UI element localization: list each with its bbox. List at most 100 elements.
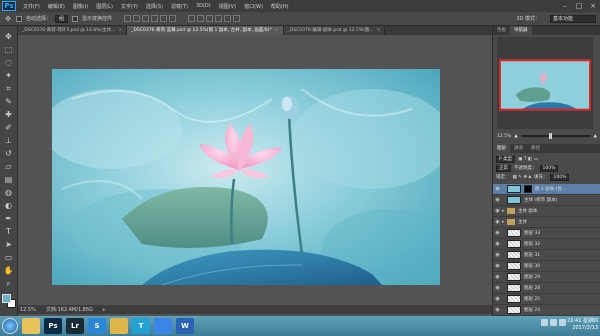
menu-item[interactable]: 文字(Y) — [117, 3, 142, 10]
menu-item[interactable]: 帮助(H) — [267, 3, 293, 10]
visibility-eye-icon[interactable]: ◉ — [493, 307, 502, 313]
align-left-icon[interactable] — [151, 15, 159, 22]
layer-thumbnail[interactable] — [507, 284, 521, 292]
taskbar-app-pen-app[interactable] — [154, 318, 172, 334]
layer-row[interactable]: ◉ 图层 33 — [493, 228, 600, 239]
layer-thumbnail[interactable] — [507, 251, 521, 259]
menu-item[interactable]: 图像(I) — [69, 3, 92, 10]
layer-thumbnail[interactable] — [507, 306, 521, 314]
tab-channels[interactable]: 通道 — [510, 144, 527, 153]
taskbar-app-sogou[interactable]: S — [88, 318, 106, 334]
transform-controls-checkbox[interactable] — [72, 15, 79, 22]
align-right-icon[interactable] — [169, 15, 177, 22]
distribute-right-icon[interactable] — [233, 15, 241, 22]
status-arrow-icon[interactable]: ▸ — [103, 307, 106, 313]
opacity-field[interactable]: 100% — [539, 164, 559, 172]
gradient-icon[interactable]: ▤ — [3, 175, 15, 185]
layer-row[interactable]: ◉ ▸ 主体 副本 — [493, 206, 600, 217]
layer-row[interactable]: ◉ 图层 29 — [493, 272, 600, 283]
menu-item[interactable]: 文件(F) — [19, 3, 44, 10]
marquee-icon[interactable]: ⬚ — [3, 45, 15, 55]
color-swatches[interactable] — [1, 294, 16, 308]
taskbar-app-lightroom[interactable]: Lr — [66, 318, 84, 334]
visibility-eye-icon[interactable]: ◉ — [493, 285, 502, 291]
visibility-eye-icon[interactable]: ◉ — [493, 252, 502, 258]
zoom-icon[interactable]: ⌕ — [3, 279, 15, 289]
taskbar-app-folder[interactable] — [110, 318, 128, 334]
tab-paths[interactable]: 路径 — [527, 144, 544, 153]
menu-item[interactable]: 编辑(E) — [44, 3, 69, 10]
visibility-eye-icon[interactable]: ◉ — [493, 186, 502, 192]
visibility-eye-icon[interactable]: ◉ — [493, 208, 502, 214]
menu-item[interactable]: 滤镜(T) — [167, 3, 192, 10]
layer-row[interactable]: ◉ 图 1 副本 (合... — [493, 184, 600, 195]
visibility-eye-icon[interactable]: ◉ — [493, 197, 502, 203]
dodge-icon[interactable]: ◐ — [3, 201, 15, 211]
document-tab[interactable]: _DSC0376-黄荷-蓝幕.psd @ 12.5%(图 1 副本, 合并, 副… — [127, 26, 284, 35]
zoom-in-icon[interactable]: ▲ — [594, 134, 597, 139]
type-icon[interactable]: T — [3, 227, 15, 237]
layer-kind-dropdown[interactable]: P 类型 — [496, 155, 516, 163]
align-middle-icon[interactable] — [133, 15, 141, 22]
close-icon[interactable]: × — [586, 0, 600, 12]
blend-mode-dropdown[interactable]: 正常 — [496, 164, 511, 172]
zoom-slider[interactable] — [520, 133, 591, 139]
layer-row[interactable]: ◉ 图层 25 — [493, 294, 600, 305]
layer-thumbnail[interactable] — [507, 196, 521, 204]
history-brush-icon[interactable]: ↺ — [3, 149, 15, 159]
align-center-icon[interactable] — [160, 15, 168, 22]
layer-row[interactable]: ◉ 图层 31 — [493, 250, 600, 261]
eyedropper-icon[interactable]: ✎ — [3, 97, 15, 107]
zoom-out-icon[interactable]: ▲ — [514, 134, 517, 139]
layer-thumbnail[interactable] — [507, 240, 521, 248]
move-tool-icon[interactable]: ✥ — [4, 15, 12, 23]
taskbar-app-photoshop[interactable]: Ps — [44, 318, 62, 334]
distribute-left-icon[interactable] — [215, 15, 223, 22]
maximize-icon[interactable]: □ — [572, 0, 586, 12]
close-tab-icon[interactable]: × — [118, 28, 122, 33]
visibility-eye-icon[interactable]: ◉ — [493, 296, 502, 302]
folder-icon[interactable] — [507, 219, 515, 225]
foreground-color-swatch[interactable] — [1, 294, 11, 303]
visibility-eye-icon[interactable]: ◉ — [493, 241, 502, 247]
visibility-eye-icon[interactable]: ◉ — [493, 230, 502, 236]
layer-thumbnail[interactable] — [507, 229, 521, 237]
visibility-eye-icon[interactable]: ◉ — [493, 219, 502, 225]
healing-icon[interactable]: ✚ — [3, 110, 15, 120]
crop-icon[interactable]: ⌗ — [3, 84, 15, 94]
visibility-eye-icon[interactable]: ◉ — [493, 274, 502, 280]
taskbar-app-explorer[interactable] — [22, 318, 40, 334]
canvas-area[interactable] — [18, 35, 492, 305]
quick-select-icon[interactable]: ✦ — [3, 71, 15, 81]
layer-row[interactable]: ◉ 图层 30 — [493, 261, 600, 272]
layer-row[interactable]: ◉ 图层 32 — [493, 239, 600, 250]
eraser-icon[interactable]: ▱ — [3, 162, 15, 172]
layer-row[interactable]: ◉ ▸ 主体 — [493, 217, 600, 228]
folder-icon[interactable] — [507, 208, 515, 214]
tray-keyboard-icon[interactable] — [541, 319, 548, 326]
move-icon[interactable]: ✥ — [3, 32, 15, 42]
lock-icons[interactable]: ▦ ✎ ✥ 🔒︎ — [513, 174, 531, 180]
start-button[interactable] — [2, 318, 18, 334]
blur-icon[interactable]: ◍ — [3, 188, 15, 198]
pen-icon[interactable]: ✒ — [3, 214, 15, 224]
close-tab-icon[interactable]: × — [377, 28, 381, 33]
path-select-icon[interactable]: ➤ — [3, 240, 15, 250]
document-tab[interactable]: _DSC0376-编辑-副本.psd @ 12.5%(图... × — [283, 26, 386, 35]
distribute-center-icon[interactable] — [224, 15, 232, 22]
taskbar-app-word[interactable]: W — [176, 318, 194, 334]
filter-icons[interactable]: ▣ T ◧ ▭ — [518, 157, 538, 162]
align-top-icon[interactable] — [124, 15, 132, 22]
layer-thumbnail[interactable] — [507, 273, 521, 281]
lasso-icon[interactable]: ◌ — [3, 58, 15, 68]
stamp-icon[interactable]: ⊥ — [3, 136, 15, 146]
tab-swatches[interactable]: 色板 — [493, 26, 510, 35]
layer-row[interactable]: ◉ 主体 (修饰 副本) — [493, 195, 600, 206]
minimize-icon[interactable]: – — [558, 0, 572, 12]
align-bottom-icon[interactable] — [142, 15, 150, 22]
fill-field[interactable]: 100% — [550, 173, 570, 181]
layer-thumbnail[interactable] — [507, 262, 521, 270]
distribute-middle-icon[interactable] — [197, 15, 205, 22]
menu-item[interactable]: 选择(S) — [142, 3, 167, 10]
layer-mask-thumbnail[interactable] — [524, 185, 532, 193]
